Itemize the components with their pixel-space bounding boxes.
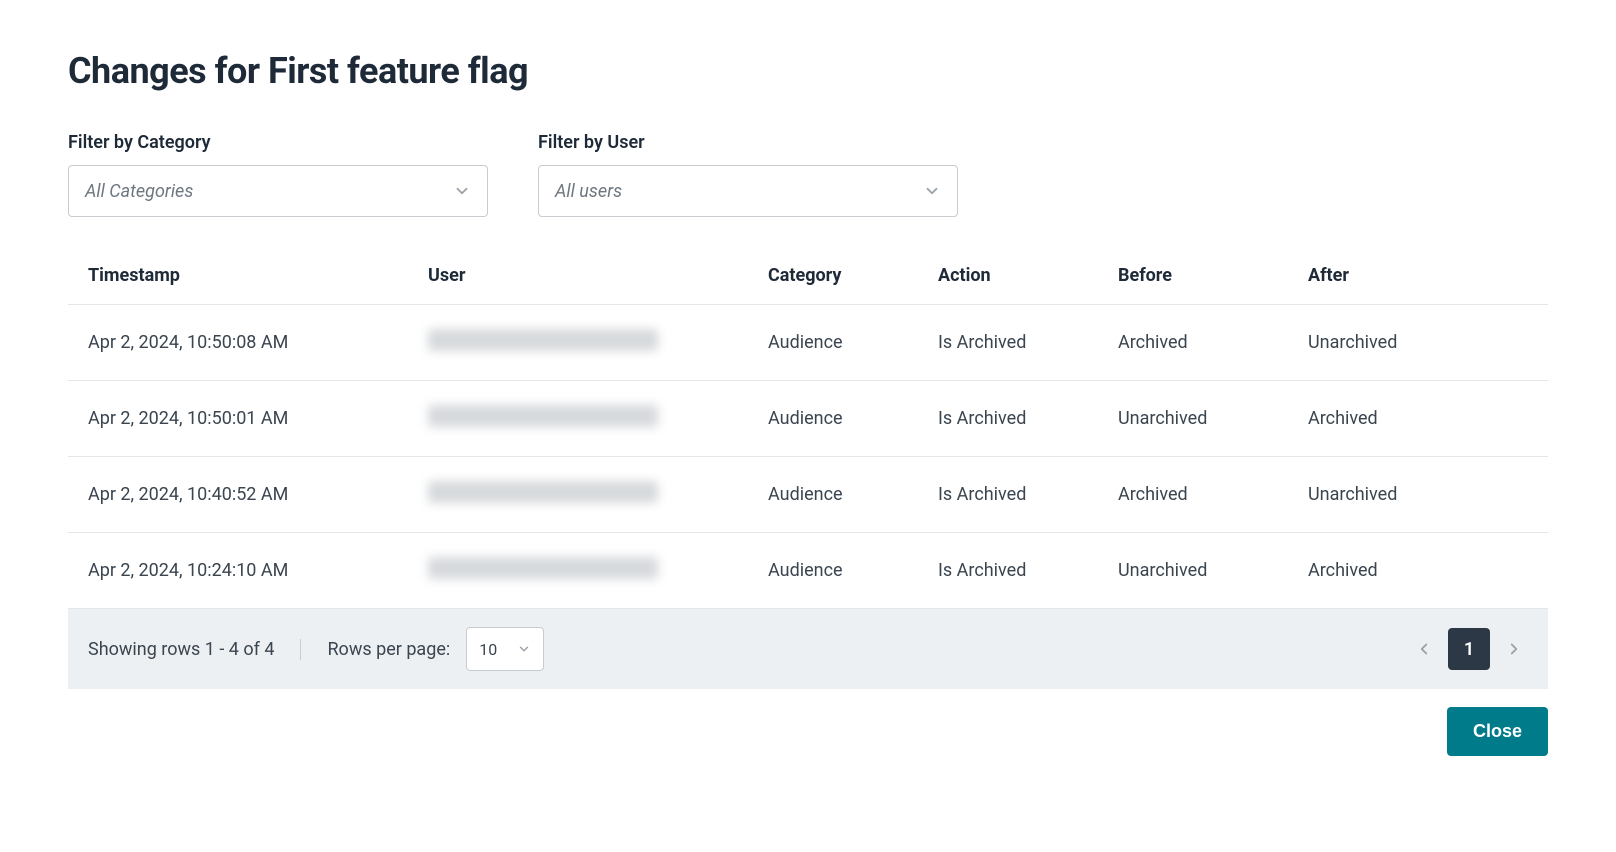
col-header-user: User [408,247,748,305]
table-row: Apr 2, 2024, 10:50:01 AM Audience Is Arc… [68,381,1548,457]
cell-action: Is Archived [918,381,1098,457]
footer-actions: Close [68,707,1548,756]
cell-user [408,457,748,533]
cell-category: Audience [748,305,918,381]
col-header-timestamp: Timestamp [68,247,408,305]
redacted-user [428,557,658,579]
col-header-before: Before [1098,247,1288,305]
close-button[interactable]: Close [1447,707,1548,756]
pager-next-button[interactable] [1500,629,1528,669]
cell-after: Unarchived [1288,305,1548,381]
cell-user [408,381,748,457]
cell-timestamp: Apr 2, 2024, 10:40:52 AM [68,457,408,533]
chevron-left-icon [1415,640,1433,658]
cell-action: Is Archived [918,457,1098,533]
table-row: Apr 2, 2024, 10:40:52 AM Audience Is Arc… [68,457,1548,533]
filter-user-select[interactable]: All users [538,165,958,217]
cell-before: Archived [1098,305,1288,381]
pager-current-page[interactable]: 1 [1448,628,1490,670]
cell-category: Audience [748,457,918,533]
rows-per-page: Rows per page: 10 [301,627,544,671]
chevron-right-icon [1505,640,1523,658]
cell-user [408,533,748,609]
cell-timestamp: Apr 2, 2024, 10:50:08 AM [68,305,408,381]
cell-timestamp: Apr 2, 2024, 10:50:01 AM [68,381,408,457]
redacted-user [428,329,658,351]
pager: 1 [1410,628,1528,670]
col-header-category: Category [748,247,918,305]
col-header-action: Action [918,247,1098,305]
filter-user-value: All users [555,181,923,202]
pager-prev-button[interactable] [1410,629,1438,669]
cell-user [408,305,748,381]
redacted-user [428,405,658,427]
cell-after: Archived [1288,381,1548,457]
filter-group-user: Filter by User All users [538,132,958,217]
pagination-showing: Showing rows 1 - 4 of 4 [88,639,301,660]
cell-category: Audience [748,381,918,457]
cell-after: Archived [1288,533,1548,609]
filter-category-select[interactable]: All Categories [68,165,488,217]
chevron-down-icon [517,642,531,656]
cell-category: Audience [748,533,918,609]
filter-category-label: Filter by Category [68,132,488,153]
chevron-down-icon [453,182,471,200]
cell-action: Is Archived [918,305,1098,381]
table-row: Apr 2, 2024, 10:24:10 AM Audience Is Arc… [68,533,1548,609]
cell-action: Is Archived [918,533,1098,609]
filter-bar: Filter by Category All Categories Filter… [68,132,1548,217]
pagination-bar: Showing rows 1 - 4 of 4 Rows per page: 1… [68,609,1548,689]
filter-group-category: Filter by Category All Categories [68,132,488,217]
page-title: Changes for First feature flag [68,50,1548,92]
cell-before: Unarchived [1098,381,1288,457]
table-header-row: Timestamp User Category Action Before Af… [68,247,1548,305]
filter-category-value: All Categories [85,181,453,202]
cell-before: Archived [1098,457,1288,533]
redacted-user [428,481,658,503]
filter-user-label: Filter by User [538,132,958,153]
cell-after: Unarchived [1288,457,1548,533]
rows-per-page-value: 10 [479,640,517,659]
cell-timestamp: Apr 2, 2024, 10:24:10 AM [68,533,408,609]
rows-per-page-select[interactable]: 10 [466,627,544,671]
cell-before: Unarchived [1098,533,1288,609]
chevron-down-icon [923,182,941,200]
col-header-after: After [1288,247,1548,305]
rows-per-page-label: Rows per page: [327,639,450,660]
table-row: Apr 2, 2024, 10:50:08 AM Audience Is Arc… [68,305,1548,381]
changes-table: Timestamp User Category Action Before Af… [68,247,1548,609]
